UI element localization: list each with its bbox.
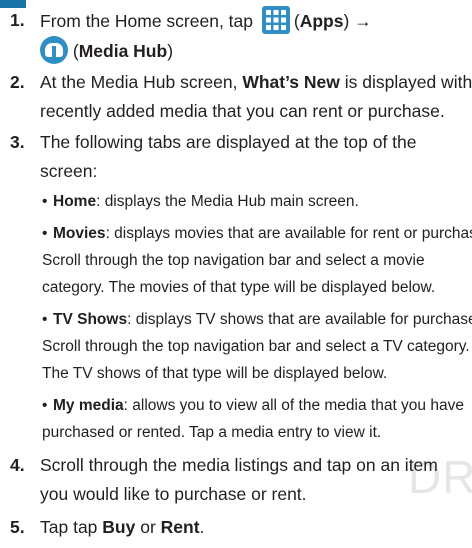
step-3-line-2: screen: bbox=[40, 161, 98, 181]
step-2-line-2: recently added media that you can rent o… bbox=[40, 101, 445, 121]
step-1-line-1: From the Home screen, tap (Apps) → bbox=[40, 6, 472, 36]
bullet-dot: • bbox=[42, 311, 48, 328]
step-5-line-1: Tap tap Buy or Rent. bbox=[40, 517, 205, 537]
step-2-line-1: At the Media Hub screen, What’s New is d… bbox=[40, 72, 472, 92]
step-3-line-1: The following tabs are displayed at the … bbox=[40, 132, 417, 152]
apps-grid-icon bbox=[261, 6, 290, 34]
bullet-dot: • bbox=[42, 397, 48, 414]
bullet-dot: • bbox=[42, 225, 48, 242]
step-4-line-1: Scroll through the media listings and ta… bbox=[40, 455, 438, 475]
step-4-line-2: you would like to purchase or rent. bbox=[40, 484, 307, 504]
step-1-line-2: (Media Hub) bbox=[40, 36, 472, 66]
bullet-dot: • bbox=[42, 193, 48, 210]
media-hub-icon bbox=[40, 36, 68, 64]
